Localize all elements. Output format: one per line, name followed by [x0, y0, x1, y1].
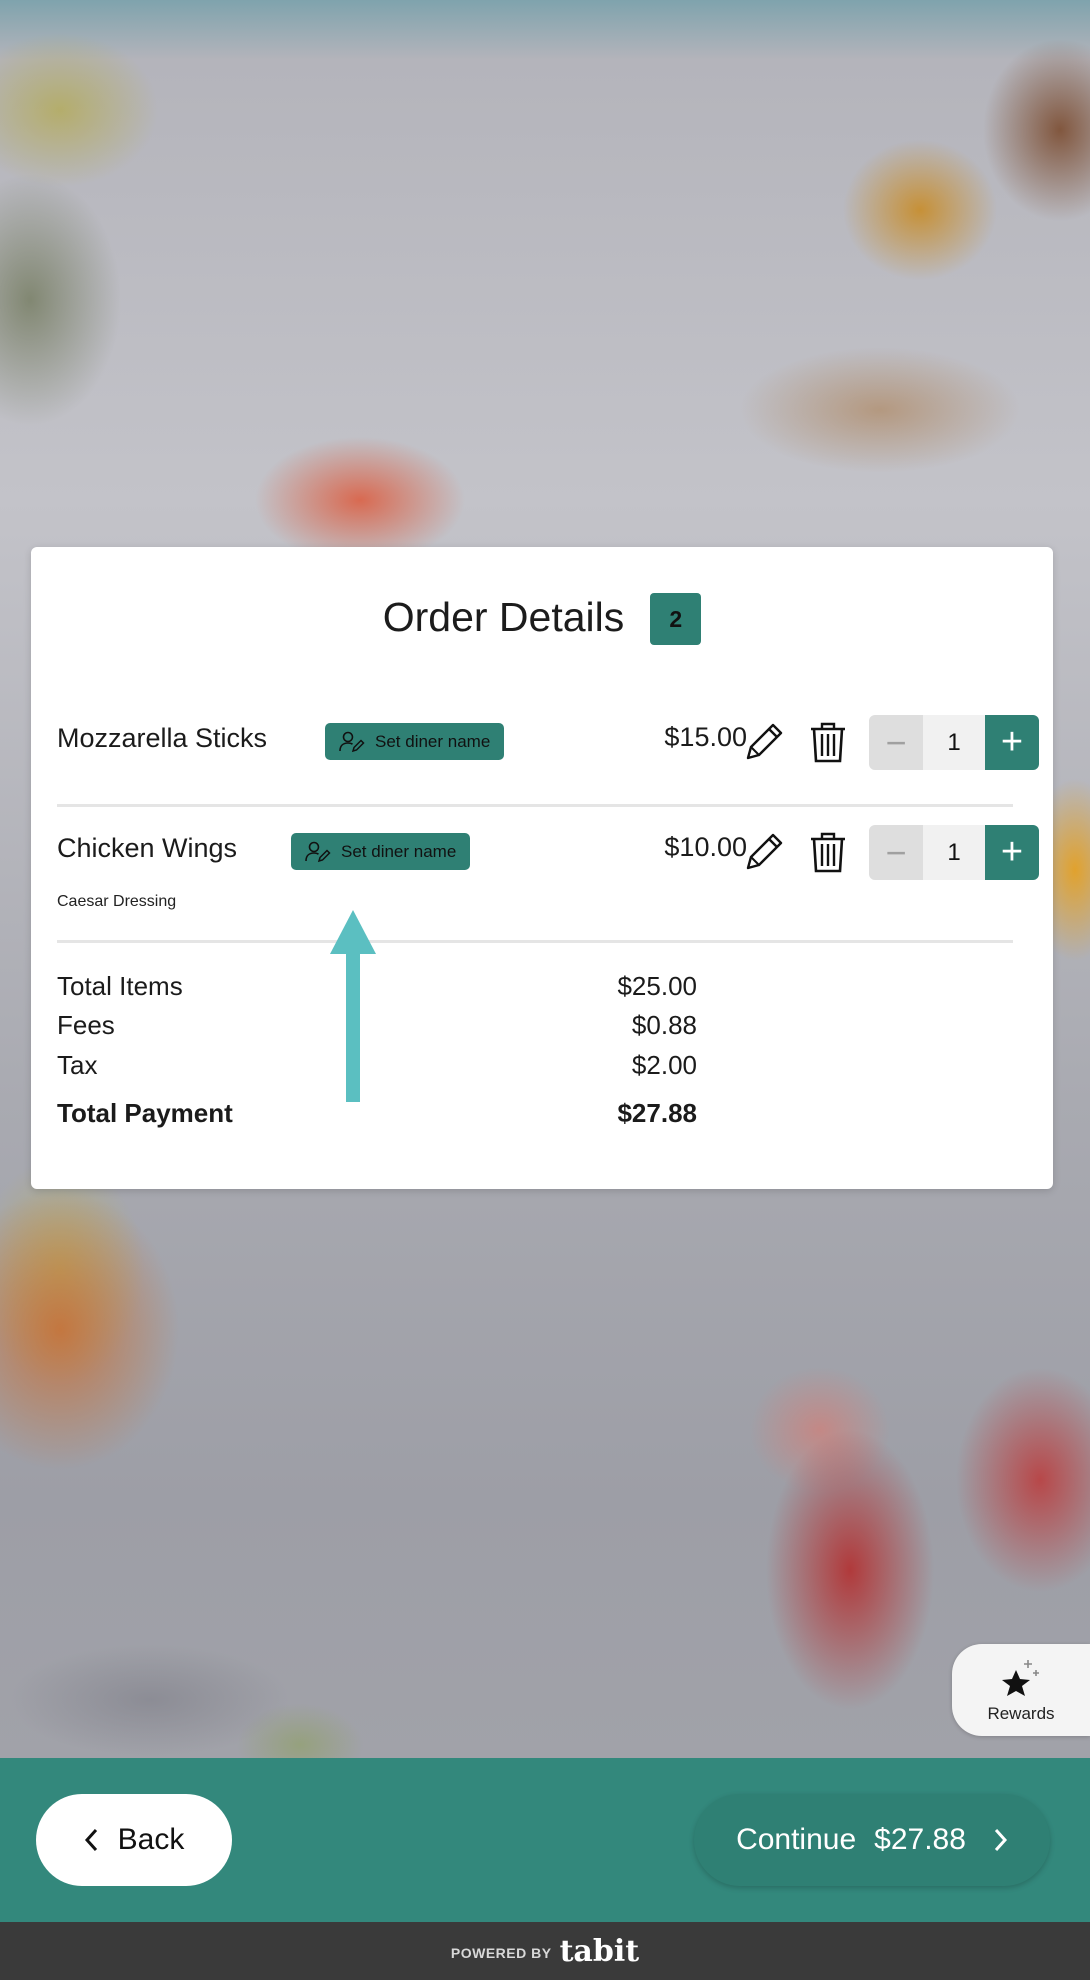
- star-sparkle-icon: [1002, 1660, 1039, 1696]
- continue-amount: $27.88: [874, 1823, 966, 1856]
- total-items-label: Total Items: [57, 971, 183, 1001]
- continue-button[interactable]: Continue $27.88: [694, 1794, 1050, 1886]
- order-item-row: Mozzarella Sticks Set diner name $15.00 …: [57, 712, 1039, 772]
- increase-quantity-button[interactable]: +: [985, 715, 1039, 770]
- item-modifier-note: Caesar Dressing: [57, 893, 177, 910]
- tabit-logo: tabit: [559, 1933, 640, 1969]
- trash-icon[interactable]: [806, 720, 850, 764]
- item-price: $10.00: [664, 832, 747, 862]
- quantity-stepper: − 1 +: [869, 825, 1039, 880]
- item-name: Mozzarella Sticks: [57, 723, 268, 753]
- order-title: Order Details: [382, 593, 625, 640]
- rewards-label: Rewards: [987, 1704, 1055, 1723]
- tax-label: Tax: [57, 1050, 98, 1080]
- fees-label: Fees: [57, 1010, 115, 1040]
- edit-pencil-icon[interactable]: [742, 720, 786, 764]
- item-divider: [57, 804, 1013, 807]
- fees-value: $0.88: [631, 1010, 697, 1040]
- back-label: Back: [117, 1823, 185, 1856]
- chevron-left-icon: [84, 1828, 97, 1852]
- bottom-action-bar: Back Continue $27.88: [0, 1758, 1090, 1922]
- increase-quantity-button[interactable]: +: [985, 825, 1039, 880]
- rewards-button[interactable]: Rewards: [952, 1644, 1090, 1736]
- set-diner-name-label: Set diner name: [341, 841, 457, 861]
- set-diner-name-button[interactable]: Set diner name: [291, 833, 471, 870]
- user-edit-icon: [339, 731, 365, 752]
- quantity-stepper: − 1 +: [869, 715, 1039, 770]
- item-name: Chicken Wings: [57, 833, 238, 863]
- set-diner-name-label: Set diner name: [375, 731, 491, 751]
- total-payment-label: Total Payment: [57, 1098, 233, 1128]
- continue-label: Continue: [736, 1823, 857, 1856]
- order-details-card: Order Details 2 Mozzarella Sticks Set di…: [31, 547, 1053, 1189]
- item-price: $15.00: [664, 722, 747, 752]
- total-items-value: $25.00: [617, 971, 697, 1001]
- powered-by-label: POWERED BY: [450, 1945, 552, 1961]
- item-divider: [57, 940, 1013, 943]
- item-count-badge: 2: [650, 593, 702, 645]
- user-edit-icon: [305, 841, 331, 862]
- edit-pencil-icon[interactable]: [742, 830, 786, 874]
- quantity-value: 1: [923, 825, 985, 880]
- decrease-quantity-button[interactable]: −: [869, 715, 923, 770]
- order-header: Order Details 2: [31, 587, 1053, 647]
- decrease-quantity-button[interactable]: −: [869, 825, 923, 880]
- tax-value: $2.00: [631, 1050, 697, 1080]
- quantity-value: 1: [923, 715, 985, 770]
- back-button[interactable]: Back: [36, 1794, 232, 1886]
- order-item-row: Chicken Wings Set diner name $10.00 − 1 …: [57, 822, 1039, 882]
- total-payment-value: $27.88: [617, 1098, 697, 1128]
- trash-icon[interactable]: [806, 830, 850, 874]
- set-diner-name-button[interactable]: Set diner name: [325, 723, 505, 760]
- chevron-right-icon: [994, 1828, 1007, 1852]
- annotation-arrow-icon: [330, 910, 376, 1102]
- powered-by-footer: POWERED BY tabit: [0, 1922, 1090, 1980]
